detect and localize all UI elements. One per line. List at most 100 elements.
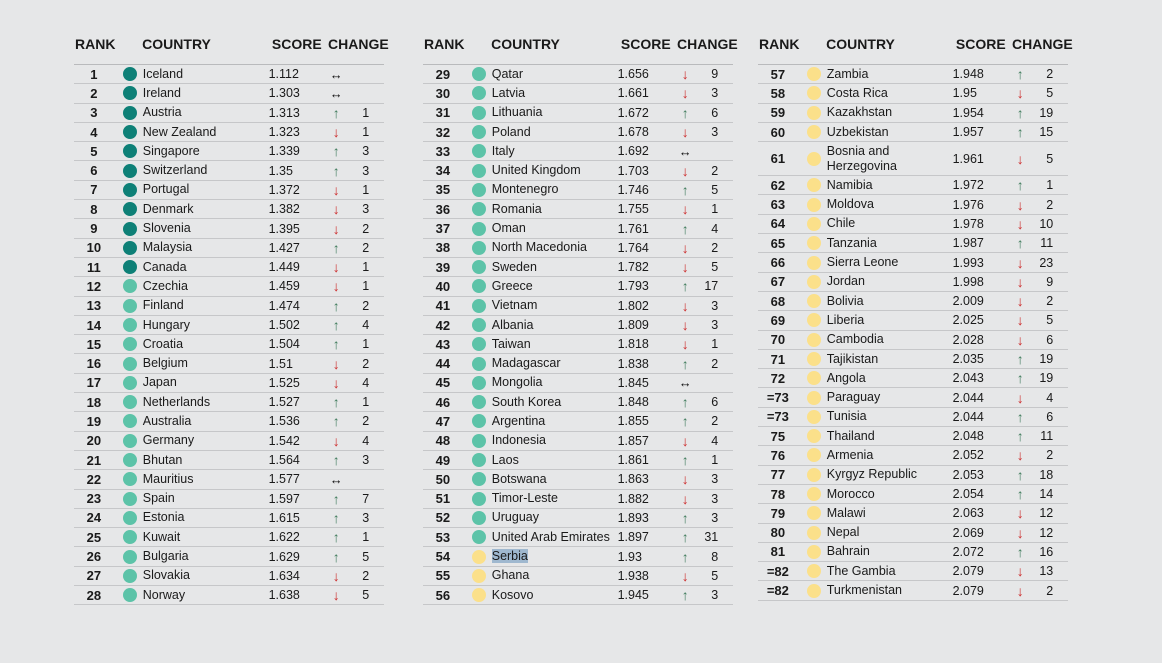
score-cell: 1.678 [617,125,649,140]
country-name: Czechia [142,278,188,293]
country-cell: Tajikistan [827,352,953,367]
change-cell: ↑ 3 [327,163,384,179]
country-cell: Taiwan [492,337,618,352]
country-cell: Turkmenistan [827,583,953,598]
country-cell: Angola [827,371,953,386]
peace-level-dot-icon [122,67,137,82]
country-name: Romania [491,201,542,216]
change-cell: ↔ [676,375,733,390]
arrow-down-icon: ↓ [332,124,340,141]
rank-cell: 11 [86,259,101,275]
score-cell: 1.993 [952,255,984,270]
score-cell: 2.069 [952,525,984,540]
score-cell: 1.976 [952,197,984,212]
rank-cell: 14 [86,317,102,333]
change-value: 17 [704,279,719,294]
country-name: Ireland [142,85,181,100]
change-value: 19 [1039,371,1054,386]
peace-level-dot-icon [806,197,821,212]
rank-cell: 44 [435,356,451,372]
country-cell: Czechia [143,279,269,294]
peace-level-dot-icon [122,279,137,294]
table-row: 44 Madagascar 1.838 ↑ 2 [423,354,733,374]
country-cell: Australia [143,414,269,429]
arrow-up-icon: ↑ [332,509,340,526]
table-row: 18 Netherlands 1.527 ↑ 1 [74,393,384,413]
arrow-down-icon: ↓ [681,239,689,256]
rank-cell: 35 [435,182,451,198]
arrow-up-icon: ↑ [1016,408,1024,425]
arrow-down-icon: ↓ [332,220,340,237]
change-cell: ↓ 3 [676,317,733,333]
table-row: 31 Lithuania 1.672 ↑ 6 [423,104,733,123]
change-cell: ↓ 1 [327,259,384,275]
change-value: 31 [704,530,719,545]
country-name: Sierra Leone [826,255,899,270]
change-value: 15 [1039,125,1054,140]
arrow-up-icon: ↑ [681,413,689,430]
change-cell: ↑ 14 [1011,486,1068,502]
change-cell: ↓ 1 [676,336,733,352]
change-value: 3 [362,510,370,525]
change-cell: ↓ 5 [1011,312,1068,328]
arrow-down-icon: ↓ [681,297,689,314]
score-cell: 1.303 [268,86,300,101]
peace-level-dot-icon [471,530,486,545]
peace-level-dot-icon [471,395,486,410]
rank-cell: 40 [435,278,451,294]
change-cell: ↓ 2 [1011,583,1068,599]
peace-level-dot-icon [122,240,137,255]
country-cell: Kazakhstan [827,105,953,120]
country-name: Jordan [826,274,865,289]
country-cell: Finland [143,298,269,313]
country-name: Indonesia [491,433,546,448]
change-cell: ↓ 2 [1011,447,1068,463]
country-name: South Korea [491,394,562,409]
change-cell: ↓ 9 [676,66,733,82]
table-row: 66 Sierra Leone 1.993 ↓ 23 [758,253,1068,273]
rank-cell: 66 [770,255,786,271]
table-row: 48 Indonesia 1.857 ↓ 4 [423,432,733,451]
arrow-up-icon: ↑ [1016,66,1024,83]
country-name: Botswana [491,471,547,486]
arrow-down-icon: ↓ [681,471,689,488]
change-value: 9 [711,67,719,82]
change-cell: ↓ 10 [1011,216,1068,232]
country-name: Slovakia [142,568,190,583]
arrow-down-icon: ↓ [332,259,340,276]
rank-cell: 5 [90,143,98,159]
change-value: 4 [362,375,370,390]
table-row: 41 Vietnam 1.802 ↓ 3 [423,297,733,316]
table-row: 59 Kazakhstan 1.954 ↑ 19 [758,104,1068,123]
country-name: Italy [491,143,515,158]
country-name: Angola [826,370,866,385]
table-row: 16 Belgium 1.51 ↓ 2 [74,354,384,374]
peace-level-dot-icon [806,332,821,347]
country-cell: Denmark [143,202,269,217]
country-cell: United Kingdom [492,163,618,178]
country-cell: Bhutan [143,453,269,468]
table-row: 45 Mongolia 1.845 ↔ [423,374,733,394]
rank-cell: 26 [86,549,102,565]
country-cell: Madagascar [492,356,618,371]
peace-level-dot-icon [471,491,486,506]
table-row: 30 Latvia 1.661 ↓ 3 [423,84,733,104]
change-cell: ↑ 1 [327,394,384,410]
peace-level-dot-icon [122,453,137,468]
country-name[interactable]: Serbia [491,549,528,564]
table-row: 2 Ireland 1.303 ↔ [74,84,384,104]
change-cell: ↑ 16 [1011,544,1068,560]
country-name: United Kingdom [491,163,581,178]
header-score: SCORE [620,36,671,52]
arrow-up-icon: ↑ [681,278,689,295]
change-value: 5 [711,260,719,275]
rank-cell: 48 [435,433,451,449]
peace-level-dot-icon [806,313,821,328]
peace-level-dot-icon [471,163,486,178]
change-cell: ↑ 2 [327,413,384,429]
change-value: 13 [1039,564,1054,579]
score-cell: 1.672 [617,105,649,120]
country-cell: Latvia [492,86,618,101]
score-cell: 2.054 [952,487,984,502]
rank-cell: 75 [770,428,786,444]
